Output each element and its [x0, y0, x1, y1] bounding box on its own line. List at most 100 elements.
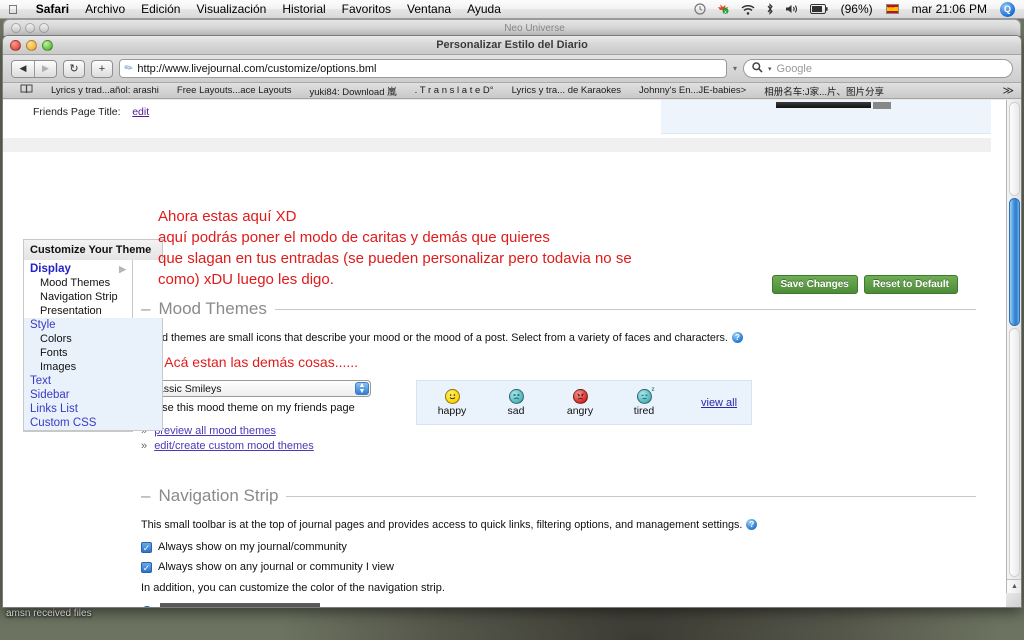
- window-titlebar[interactable]: Personalizar Estilo del Diario: [3, 36, 1021, 55]
- mood-themes-section: – Mood Themes Mood themes are small icon…: [141, 299, 976, 454]
- scrollbar-track-upper[interactable]: [1009, 102, 1020, 196]
- always-show-own-journal-label: Always show on my journal/community: [158, 541, 347, 553]
- desktop-icon-label[interactable]: amsn received files: [6, 608, 92, 619]
- mood-theme-select-wrapper[interactable]: Classic Smileys ▲ ▼: [141, 380, 371, 397]
- search-dropdown-icon[interactable]: ▾: [768, 65, 772, 73]
- bookmark-item[interactable]: yuki84: Download 嵐: [300, 84, 405, 98]
- friends-page-title-edit-link[interactable]: edit: [132, 106, 149, 118]
- mood-theme-left-column: Classic Smileys ▲ ▼ use this mood theme o…: [141, 380, 386, 454]
- navigation-strip-heading-row: – Navigation Strip: [141, 486, 976, 506]
- sidebar-header: Customize Your Theme: [23, 239, 163, 260]
- navigation-buttons[interactable]: ◀ ▶: [11, 59, 57, 78]
- timemachine-icon[interactable]: [689, 3, 711, 15]
- menu-item-archivo[interactable]: Archivo: [77, 2, 133, 16]
- mood-preview-happy[interactable]: happy: [431, 388, 473, 417]
- input-language-flag-icon[interactable]: ESP: [881, 4, 904, 14]
- mood-themes-heading-row: – Mood Themes: [141, 299, 976, 319]
- battery-icon[interactable]: [805, 4, 833, 14]
- menu-item-ayuda[interactable]: Ayuda: [459, 2, 509, 16]
- sidebar-item-links-list[interactable]: Links List: [24, 402, 162, 416]
- mood-preview-tired[interactable]: z tired: [623, 387, 665, 417]
- edit-create-mood-themes-link[interactable]: edit/create custom mood themes: [154, 440, 314, 452]
- always-show-any-journal-row[interactable]: ✓ Always show on any journal or communit…: [141, 561, 976, 573]
- always-show-own-journal-checkbox[interactable]: ✓: [141, 541, 152, 553]
- add-bookmark-button[interactable]: +: [91, 59, 113, 78]
- address-dropdown-icon[interactable]: ▾: [733, 64, 737, 73]
- sidebar-item-colors[interactable]: Colors: [24, 332, 162, 346]
- mood-theme-select[interactable]: Classic Smileys: [141, 380, 371, 397]
- close-icon[interactable]: [11, 23, 21, 33]
- bookmark-item[interactable]: Free Layouts...ace Layouts: [168, 85, 301, 96]
- close-button-icon[interactable]: [10, 39, 21, 51]
- bookmarks-book-icon[interactable]: [11, 84, 42, 97]
- sidebar-item-sidebar[interactable]: Sidebar: [24, 388, 162, 402]
- sidebar-item-mood-themes[interactable]: Mood Themes: [24, 276, 132, 290]
- always-show-own-journal-row[interactable]: ✓ Always show on my journal/community: [141, 541, 976, 553]
- bookmark-item[interactable]: . T r a n s l a t e D°: [406, 85, 503, 96]
- search-field[interactable]: ▾ Google: [743, 59, 1013, 78]
- menu-bar-clock[interactable]: mar 21:06 PM: [905, 2, 994, 16]
- preview-all-mood-themes-link[interactable]: preview all mood themes: [154, 425, 276, 437]
- reset-to-default-button[interactable]: Reset to Default: [863, 275, 958, 294]
- background-window-titlebar[interactable]: Neo Universe: [3, 19, 1021, 36]
- sidebar-item-display[interactable]: Display ▶: [24, 260, 132, 276]
- bookmark-item[interactable]: Lyrics y trad...añol: arashi: [42, 85, 168, 96]
- spotlight-icon[interactable]: Q: [995, 1, 1020, 17]
- bookmarks-overflow-icon[interactable]: ≫: [995, 84, 1021, 97]
- vertical-scrollbar[interactable]: ▲ ▼: [1006, 100, 1021, 607]
- volume-icon[interactable]: [780, 3, 804, 15]
- edit-create-mood-themes-row: » edit/create custom mood themes: [141, 439, 386, 454]
- bullet-icon: »: [141, 440, 148, 452]
- address-bar[interactable]: ✎ http://www.livejournal.com/customize/o…: [119, 59, 727, 78]
- scrollbar-track-lower[interactable]: [1009, 328, 1020, 577]
- apple-menu-icon[interactable]: : [8, 3, 18, 16]
- minimize-icon[interactable]: [25, 23, 35, 33]
- view-all-moods-link[interactable]: view all: [701, 397, 737, 409]
- scroll-up-arrow-icon[interactable]: ▲: [1007, 579, 1021, 593]
- menu-item-safari[interactable]: Safari: [28, 2, 77, 16]
- sidebar-item-text[interactable]: Text: [24, 374, 162, 388]
- dark-gray-swatch[interactable]: Dark gray gradient: [160, 603, 320, 607]
- sidebar-item-fonts[interactable]: Fonts: [24, 346, 162, 360]
- sidebar-item-custom-css[interactable]: Custom CSS: [24, 416, 162, 430]
- zoom-button-icon[interactable]: [42, 39, 53, 51]
- mood-theme-links: » preview all mood themes » edit/create …: [141, 424, 386, 454]
- mood-preview-angry[interactable]: angry: [559, 388, 601, 417]
- save-changes-button[interactable]: Save Changes: [771, 275, 858, 294]
- bluetooth-icon[interactable]: [761, 3, 779, 15]
- window-title: Personalizar Estilo del Diario: [436, 39, 588, 51]
- help-icon[interactable]: ?: [746, 519, 758, 530]
- wifi-icon[interactable]: [736, 4, 760, 15]
- sidebar-item-images[interactable]: Images: [24, 360, 162, 374]
- bookmark-item[interactable]: 相册名车:J家...片、图片分享: [755, 84, 893, 98]
- background-window-controls[interactable]: [4, 23, 49, 33]
- color-choice-radio[interactable]: [141, 606, 153, 607]
- minimize-button-icon[interactable]: [26, 39, 37, 51]
- resize-grip-icon[interactable]: [1006, 593, 1021, 607]
- sidebar-item-style[interactable]: Style: [24, 318, 162, 332]
- window-controls[interactable]: [3, 39, 53, 51]
- always-show-any-journal-checkbox[interactable]: ✓: [141, 561, 152, 573]
- menu-item-favoritos[interactable]: Favoritos: [334, 2, 399, 16]
- friends-page-mood-checkbox-row[interactable]: use this mood theme on my friends page: [141, 402, 386, 414]
- bookmark-item[interactable]: Lyrics y tra... de Karaokes: [503, 85, 630, 96]
- zoom-icon[interactable]: [39, 23, 49, 33]
- help-icon[interactable]: ?: [731, 332, 743, 343]
- growl-icon[interactable]: x: [712, 3, 735, 15]
- forward-button[interactable]: ▶: [34, 60, 56, 77]
- reload-button[interactable]: ↻: [63, 59, 85, 78]
- menu-item-edicion[interactable]: Edición: [133, 2, 188, 16]
- mood-themes-description: Mood themes are small icons that describ…: [141, 332, 728, 344]
- sidebar-item-presentation[interactable]: Presentation: [24, 304, 132, 318]
- bookmark-item[interactable]: Johnny's En...JE-babies>: [630, 85, 755, 96]
- mood-preview-sad[interactable]: sad: [495, 388, 537, 417]
- menu-item-historial[interactable]: Historial: [274, 2, 333, 16]
- menu-item-ventana[interactable]: Ventana: [399, 2, 459, 16]
- back-button[interactable]: ◀: [12, 60, 34, 77]
- menu-item-visualizacion[interactable]: Visualización: [188, 2, 274, 16]
- scrollbar-thumb[interactable]: [1009, 198, 1020, 326]
- bookmarks-bar: Lyrics y trad...añol: arashi Free Layout…: [3, 83, 1021, 99]
- color-choice-dark-gray[interactable]: Dark gray gradient: [141, 603, 976, 607]
- sidebar-item-navigation-strip[interactable]: Navigation Strip: [24, 290, 132, 304]
- page-stripe-divider: [3, 138, 991, 152]
